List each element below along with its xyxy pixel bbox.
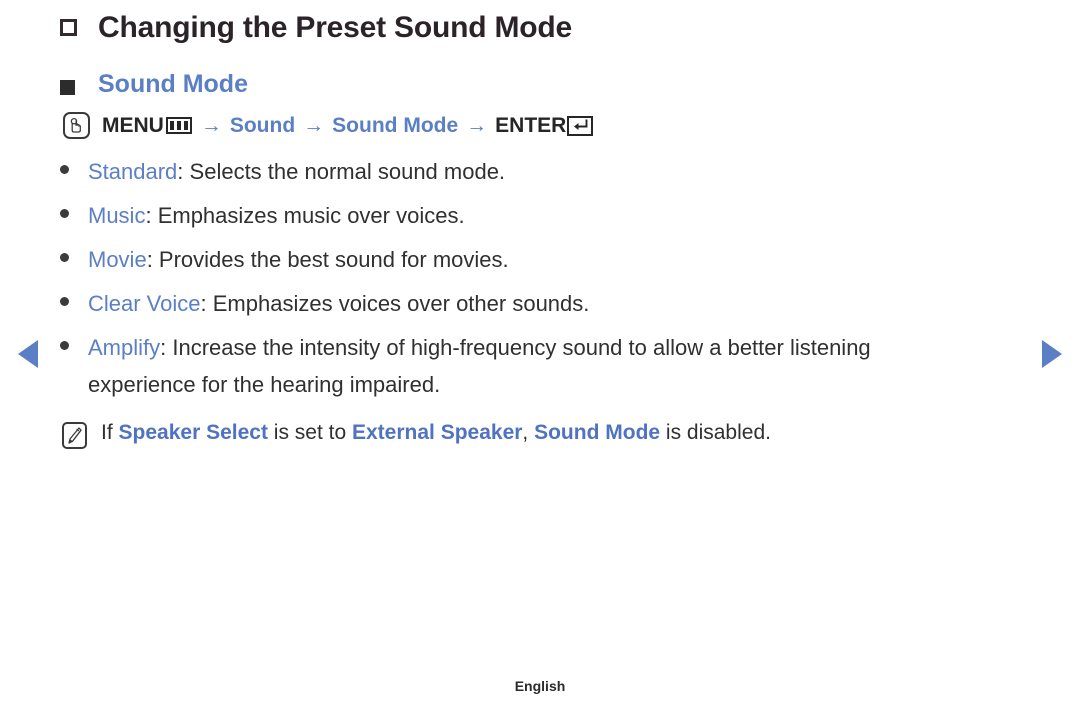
note-mid-1: is set to — [267, 421, 352, 445]
sound-mode-list: Standard: Selects the normal sound mode.… — [60, 153, 1010, 404]
menu-grid-icon — [165, 117, 192, 135]
path-arrow-3: → — [466, 114, 488, 138]
mode-description: Increase the intensity of high-frequency… — [88, 334, 871, 398]
hollow-square-icon — [60, 19, 77, 36]
filled-square-icon — [60, 80, 75, 95]
note-row: If Speaker Select is set to External Spe… — [62, 416, 1010, 451]
manual-page: Changing the Preset Sound Mode Sound Mod… — [0, 0, 1080, 705]
bullet-dot-icon — [60, 296, 69, 306]
footer-language: English — [514, 678, 566, 694]
bullet-dot-icon — [60, 165, 69, 175]
bullet-dot-icon — [60, 209, 69, 219]
enter-return-icon — [567, 115, 594, 136]
mode-term: Amplify — [88, 334, 161, 360]
hand-press-icon — [63, 112, 90, 140]
note-text: If Speaker Select is set to External Spe… — [101, 416, 771, 451]
mode-separator: : — [160, 334, 173, 360]
section-title-row: Sound Mode — [60, 69, 1010, 100]
note-prefix: If — [101, 421, 119, 445]
content-column: Changing the Preset Sound Mode Sound Mod… — [60, 8, 1010, 451]
list-item: Movie: Provides the best sound for movie… — [60, 241, 1010, 279]
list-item-text: Amplify: Increase the intensity of high-… — [88, 329, 943, 405]
list-item: Clear Voice: Emphasizes voices over othe… — [60, 285, 1010, 323]
bullet-dot-icon — [60, 340, 69, 350]
path-arrow-1: → — [200, 114, 222, 138]
path-arrow-2: → — [303, 114, 325, 138]
menu-path-step-sound-mode: Sound Mode — [332, 113, 459, 137]
mode-separator: : — [200, 290, 213, 316]
mode-description: Emphasizes voices over other sounds. — [212, 290, 590, 316]
mode-separator: : — [177, 159, 190, 185]
list-item-text: Music: Emphasizes music over voices. — [88, 197, 465, 235]
mode-separator: : — [146, 246, 159, 272]
list-item-text: Movie: Provides the best sound for movie… — [88, 241, 509, 279]
mode-description: Selects the normal sound mode. — [189, 159, 506, 185]
note-term-speaker-select: Speaker Select — [118, 421, 268, 445]
menu-label: MENU — [102, 113, 164, 137]
note-suffix: is disabled. — [660, 421, 771, 445]
mode-separator: : — [145, 203, 158, 229]
mode-term: Music — [88, 203, 146, 229]
mode-description: Provides the best sound for movies. — [158, 246, 509, 272]
triangle-right-icon[interactable] — [1042, 340, 1062, 368]
menu-path: MENU → Sound → Sound Mode → ENTER — [63, 112, 1010, 140]
list-item: Standard: Selects the normal sound mode. — [60, 153, 1010, 191]
mode-term: Clear Voice — [88, 290, 201, 316]
mode-term: Standard — [88, 159, 178, 185]
list-item-text: Clear Voice: Emphasizes voices over othe… — [88, 285, 589, 323]
list-item: Amplify: Increase the intensity of high-… — [60, 329, 1010, 405]
note-term-external-speaker: External Speaker — [351, 421, 523, 445]
enter-label: ENTER — [495, 113, 567, 137]
note-mid-2: , — [522, 421, 535, 445]
note-pencil-icon — [62, 422, 87, 450]
list-item-text: Standard: Selects the normal sound mode. — [88, 153, 505, 191]
mode-description: Emphasizes music over voices. — [157, 203, 465, 229]
triangle-left-icon[interactable] — [18, 340, 38, 368]
note-term-sound-mode: Sound Mode — [534, 421, 661, 445]
bullet-dot-icon — [60, 252, 69, 262]
page-title-row: Changing the Preset Sound Mode — [60, 8, 1010, 47]
mode-term: Movie — [88, 246, 147, 272]
menu-path-step-sound: Sound — [229, 113, 296, 137]
section-title: Sound Mode — [98, 70, 248, 98]
list-item: Music: Emphasizes music over voices. — [60, 197, 1010, 235]
page-title: Changing the Preset Sound Mode — [98, 11, 573, 44]
